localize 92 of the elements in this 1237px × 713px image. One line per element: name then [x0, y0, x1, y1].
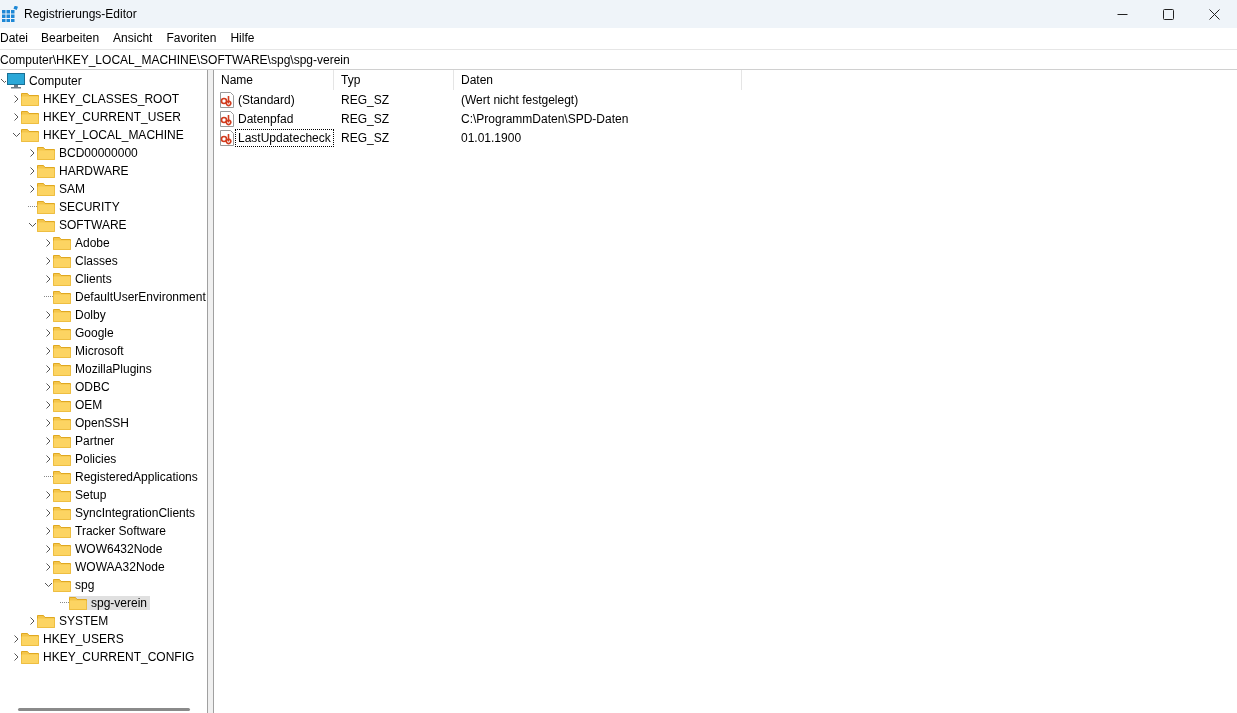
folder-icon: [53, 380, 71, 394]
menu-item[interactable]: Hilfe: [230, 31, 262, 45]
tree-item[interactable]: HARDWARE: [37, 164, 132, 178]
table-cell-text: C:\ProgrammDaten\SPD-Daten: [460, 111, 629, 126]
tree-item[interactable]: Classes: [53, 254, 121, 268]
table-cell-text: (Wert nicht festgelegt): [460, 92, 579, 107]
tree-item[interactable]: Tracker Software: [53, 524, 169, 538]
folder-icon: [53, 362, 71, 376]
folder-icon: [53, 236, 71, 250]
folder-icon: [21, 110, 39, 124]
tree-item[interactable]: spg-verein: [69, 596, 151, 610]
tree-item[interactable]: MozillaPlugins: [53, 362, 155, 376]
computer-icon: [7, 73, 25, 89]
menu-item[interactable]: Ansicht: [113, 31, 160, 45]
tree-item[interactable]: BCD00000000: [37, 146, 141, 160]
tree-item[interactable]: Dolby: [53, 308, 109, 322]
folder-icon: [21, 650, 39, 664]
tree-item[interactable]: HKEY_LOCAL_MACHINE: [21, 128, 187, 142]
folder-icon: [53, 488, 71, 502]
tree-item[interactable]: DefaultUserEnvironment: [53, 290, 207, 304]
tree-item[interactable]: HKEY_CLASSES_ROOT: [21, 92, 183, 106]
registry-icon: [2, 6, 18, 22]
value-name[interactable]: LastUpdatecheck: [236, 129, 333, 146]
address-bar[interactable]: Computer\HKEY_LOCAL_MACHINE\SOFTWARE\spg\spg-verein: [0, 49, 1237, 70]
tree-item[interactable]: Setup: [53, 488, 110, 502]
tree-item[interactable]: spg: [53, 578, 98, 592]
tree-item[interactable]: SYSTEM: [37, 614, 112, 628]
folder-icon: [21, 92, 39, 106]
column-header[interactable]: Typ: [334, 70, 454, 90]
folder-icon: [37, 614, 55, 628]
tree-item[interactable]: SOFTWARE: [37, 218, 130, 232]
tree-item[interactable]: WOWAA32Node: [53, 560, 168, 574]
folder-icon: [53, 434, 71, 448]
folder-icon: [53, 344, 71, 358]
folder-icon: [37, 164, 55, 178]
folder-icon: [53, 578, 71, 592]
folder-icon: [69, 596, 87, 610]
value-name[interactable]: (Standard): [236, 91, 297, 108]
tree-item[interactable]: OEM: [53, 398, 106, 412]
string-value-icon: [219, 91, 235, 108]
folder-icon: [21, 632, 39, 646]
menu-item[interactable]: Datei: [0, 31, 35, 45]
tree-item[interactable]: SECURITY: [37, 200, 123, 214]
close-icon: [1208, 8, 1220, 20]
tree-item[interactable]: Microsoft: [53, 344, 127, 358]
menu-item[interactable]: Bearbeiten: [41, 31, 107, 45]
tree-item[interactable]: Google: [53, 326, 117, 340]
tree-item[interactable]: Policies: [53, 452, 120, 466]
value-name[interactable]: Datenpfad: [236, 110, 296, 127]
folder-icon: [53, 470, 71, 484]
tree-item[interactable]: SAM: [37, 182, 88, 196]
folder-icon: [53, 416, 71, 430]
folder-icon: [53, 326, 71, 340]
tree-item[interactable]: RegisteredApplications: [53, 470, 201, 484]
folder-icon: [53, 560, 71, 574]
tree-item[interactable]: HKEY_CURRENT_USER: [21, 110, 185, 124]
tree-item[interactable]: SyncIntegrationClients: [53, 506, 199, 520]
tree-item[interactable]: Adobe: [53, 236, 113, 250]
folder-icon: [37, 182, 55, 196]
tree-item[interactable]: Clients: [53, 272, 115, 286]
folder-icon: [37, 200, 55, 214]
folder-icon: [21, 128, 39, 142]
tree-item[interactable]: ODBC: [53, 380, 113, 394]
scrollbar-thumb[interactable]: [18, 708, 190, 711]
folder-icon: [37, 218, 55, 232]
column-header[interactable]: Name: [214, 70, 334, 90]
folder-icon: [53, 524, 71, 538]
folder-icon: [53, 254, 71, 268]
folder-icon: [53, 290, 71, 304]
table-cell-text: REG_SZ: [340, 111, 390, 126]
folder-icon: [37, 146, 55, 160]
column-header[interactable]: Daten: [454, 70, 742, 90]
tree-item[interactable]: HKEY_USERS: [21, 632, 127, 646]
maximize-icon: [1162, 8, 1174, 20]
table-cell-text: REG_SZ: [340, 130, 390, 145]
string-value-icon: [219, 110, 235, 127]
tree-item[interactable]: HKEY_CURRENT_CONFIG: [21, 650, 198, 664]
table-cell-text: 01.01.1900: [460, 130, 522, 145]
table-cell-text: REG_SZ: [340, 92, 390, 107]
menu-item[interactable]: Favoriten: [166, 31, 224, 45]
tree-item[interactable]: OpenSSH: [53, 416, 133, 430]
folder-icon: [53, 398, 71, 412]
string-value-icon: [219, 129, 235, 146]
tree-item[interactable]: WOW6432Node: [53, 542, 166, 556]
tree-item[interactable]: Computer: [7, 73, 85, 89]
folder-icon: [53, 308, 71, 322]
window-title: Registrierungs-Editor: [24, 7, 138, 21]
folder-icon: [53, 542, 71, 556]
folder-icon: [53, 272, 71, 286]
folder-icon: [53, 506, 71, 520]
tree-item[interactable]: Partner: [53, 434, 118, 448]
folder-icon: [53, 452, 71, 466]
